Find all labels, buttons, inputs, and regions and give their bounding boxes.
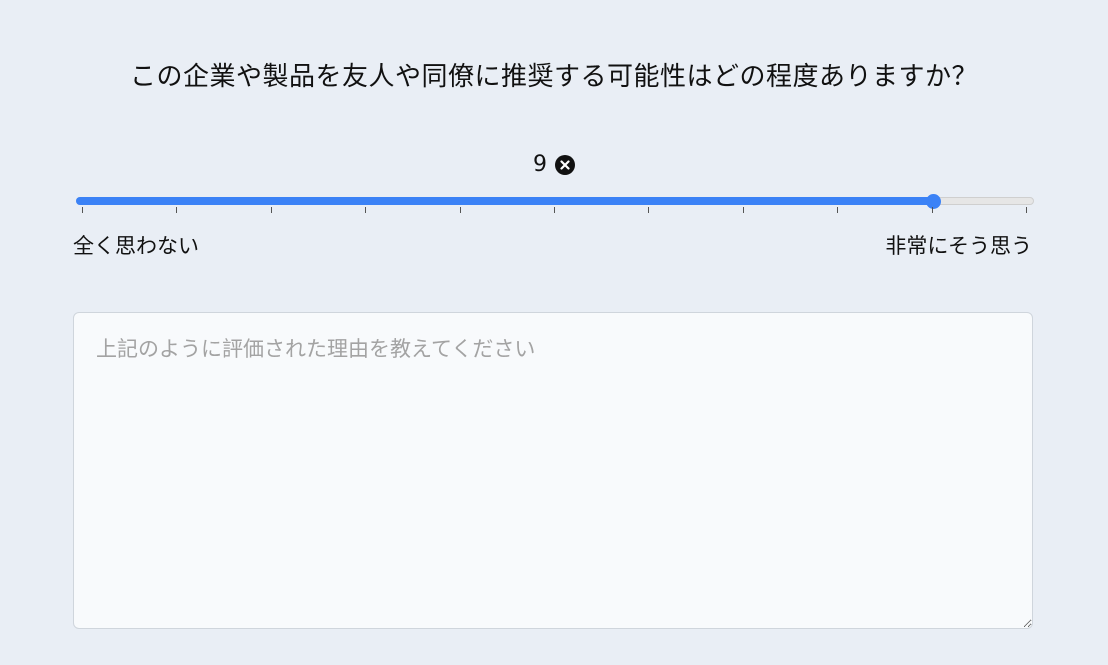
slider-tick [82,207,83,213]
slider-tick [931,207,933,213]
slider-tick [837,207,839,213]
clear-rating-icon[interactable] [555,154,575,175]
rating-slider[interactable] [76,194,1034,209]
slider-tick [270,207,272,213]
slider-tick [176,207,178,213]
slider-fill [76,197,934,205]
slider-tick [648,207,650,213]
slider-max-label: 非常にそう思う [885,234,1032,258]
slider-tick [459,207,461,213]
times-icon [560,159,570,170]
slider-tick [742,207,744,213]
survey-page: この企業や製品を友人や同僚に推奨する可能性はどの程度ありますか？ 9 全く思わな… [0,0,1108,665]
slider-value-row: 9 [0,152,1108,177]
slider-value-label: 9 [533,152,547,177]
slider-tick [1026,207,1027,213]
question-title: この企業や製品を友人や同僚に推奨する可能性はどの程度ありますか？ [129,62,978,92]
slider-ticks [82,207,1027,215]
slider-tick [554,207,555,213]
slider-min-label: 全く思わない [73,234,199,258]
reason-textarea[interactable] [73,312,1033,629]
slider-tick [365,207,367,213]
